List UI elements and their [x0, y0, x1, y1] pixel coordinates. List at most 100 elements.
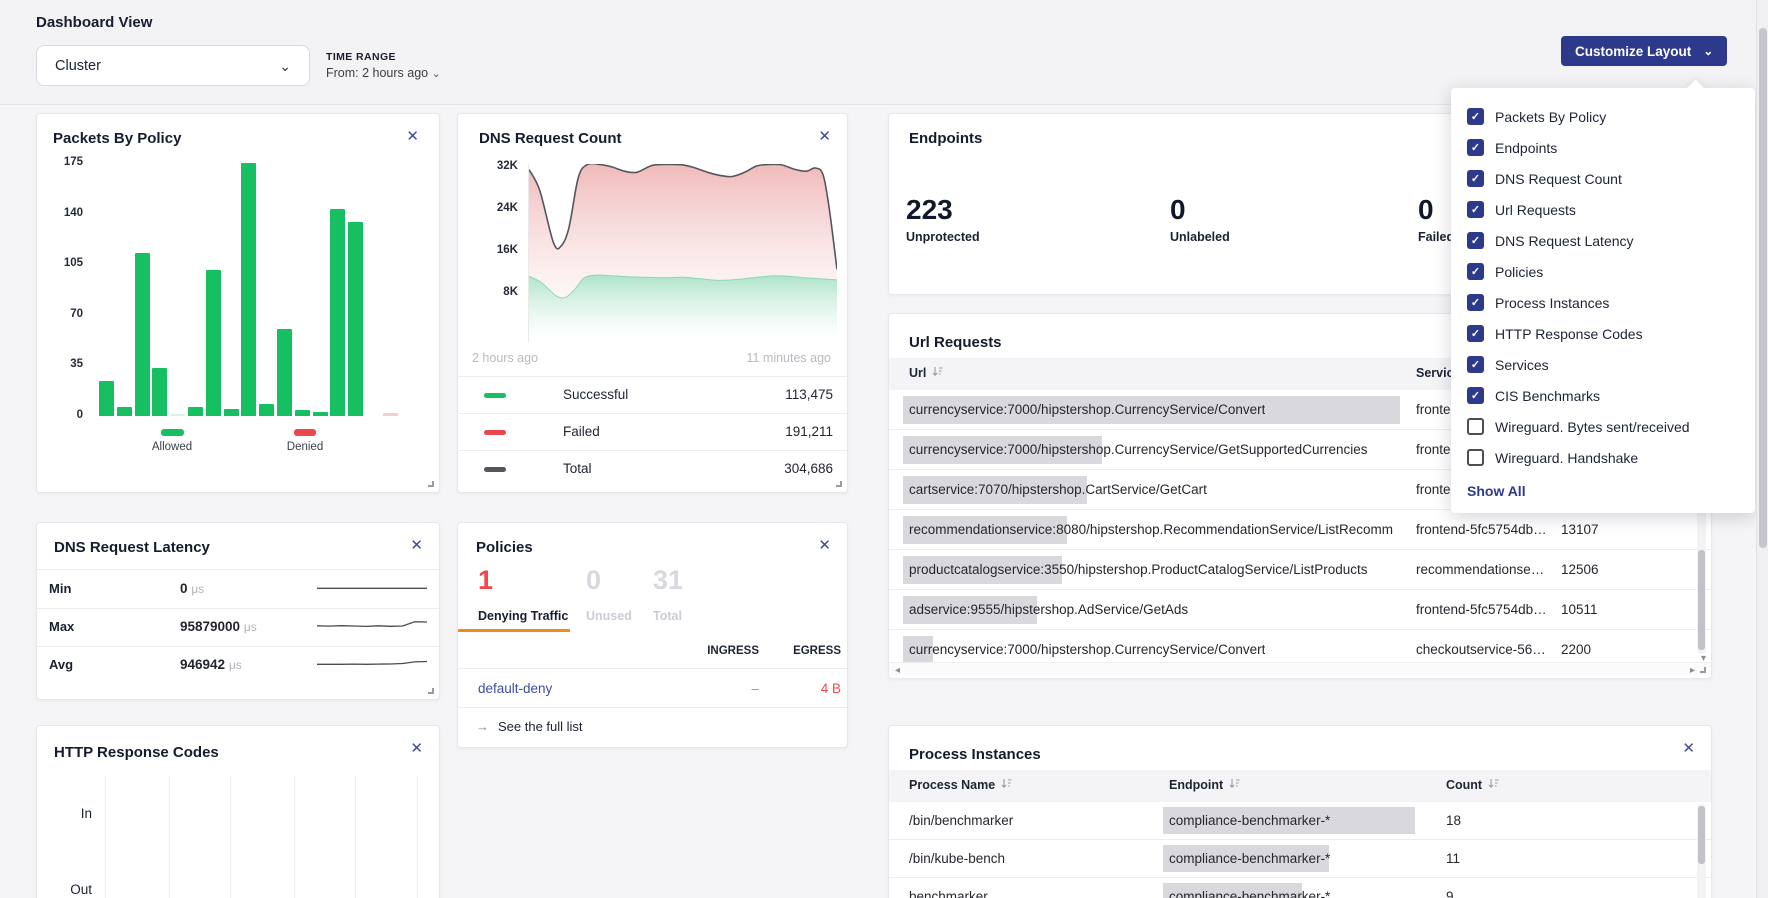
checkbox-checked-icon[interactable]: ✓ [1467, 356, 1484, 373]
dns-legend-row: Successful113,475 [458, 376, 847, 413]
count-column-header[interactable]: Count [1446, 778, 1499, 792]
allowed-bar [170, 414, 185, 416]
legend-swatch [484, 430, 506, 435]
url-cell: currencyservice:7000/hipstershop.Currenc… [909, 642, 1265, 657]
customize-menu-item[interactable]: ✓Packets By Policy [1451, 101, 1755, 132]
gridline [105, 776, 106, 898]
dns-request-count-card: DNS Request Count ✕ 8K16K24K32K2 hours a… [457, 113, 848, 493]
customize-menu-item[interactable]: ✓Endpoints [1451, 132, 1755, 163]
service-cell: fronte [1416, 402, 1451, 417]
card-title: Packets By Policy [53, 130, 181, 147]
checkbox-checked-icon[interactable]: ✓ [1467, 108, 1484, 125]
y-axis-tick-label: 32K [476, 160, 518, 172]
service-cell: fronte [1416, 482, 1451, 497]
url-cell: productcatalogservice:3550/hipstershop.P… [909, 562, 1368, 577]
endpoint-column-header[interactable]: Endpoint [1169, 778, 1240, 792]
legend-value: 191,211 [785, 424, 833, 439]
y-axis-tick-label: 0 [45, 409, 83, 421]
close-icon[interactable]: ✕ [410, 739, 423, 757]
customize-layout-button[interactable]: Customize Layout ⌄ [1561, 36, 1727, 66]
policy-link-default-deny[interactable]: default-deny [478, 681, 552, 696]
scroll-left-icon[interactable]: ◂ [895, 665, 900, 676]
close-icon[interactable]: ✕ [406, 127, 419, 145]
y-axis-tick-label: 140 [45, 207, 83, 219]
page-scrollbar[interactable] [1756, 0, 1768, 898]
dns-legend-row: Failed191,211 [458, 413, 847, 450]
resize-handle[interactable] [428, 481, 434, 487]
checkbox-checked-icon[interactable]: ✓ [1467, 387, 1484, 404]
menu-item-label: Process Instances [1495, 295, 1609, 311]
menu-item-label: CIS Benchmarks [1495, 388, 1600, 404]
process-instance-row[interactable]: /bin/benchmarkercompliance-benchmarker-*… [889, 802, 1711, 840]
checkbox-checked-icon[interactable]: ✓ [1467, 263, 1484, 280]
legend-swatch [484, 393, 506, 398]
close-icon[interactable]: ✕ [1682, 739, 1695, 757]
customize-menu-item[interactable]: ✓Url Requests [1451, 194, 1755, 225]
checkbox-unchecked-icon[interactable] [1467, 418, 1484, 435]
allowed-bar [99, 381, 114, 416]
customize-menu-item[interactable]: ✓ DNS Request Count [1451, 163, 1755, 194]
checkbox-checked-icon[interactable]: ✓ [1467, 170, 1484, 187]
latency-unit: μs [244, 620, 257, 634]
process-instance-row[interactable]: /bin/kube-benchcompliance-benchmarker-*1… [889, 840, 1711, 878]
see-full-list-link[interactable]: → See the full list [476, 719, 583, 734]
close-icon[interactable]: ✕ [410, 536, 423, 554]
process-instance-row[interactable]: benchmarkercompliance-benchmarker-*9 [889, 878, 1711, 898]
url-cell: recommendationservice:8080/hipstershop.R… [909, 522, 1393, 537]
checkbox-unchecked-icon[interactable] [1467, 449, 1484, 466]
view-selector-dropdown[interactable]: Cluster ⌄ [36, 45, 310, 86]
process-name-column-header[interactable]: Process Name [909, 778, 1012, 792]
customize-menu-item[interactable]: ✓ Process Instances [1451, 287, 1755, 318]
latency-row-value: 946942 μs [180, 657, 242, 672]
tab-unused[interactable]: Unused [586, 609, 632, 623]
customize-menu-item[interactable]: Wireguard. Handshake [1451, 442, 1755, 473]
y-axis-tick-label: 24K [476, 202, 518, 214]
resize-handle[interactable] [428, 688, 434, 694]
url-request-row[interactable]: productcatalogservice:3550/hipstershop.P… [889, 550, 1711, 590]
show-all-link[interactable]: Show All [1467, 483, 1739, 499]
legend-value: 113,475 [785, 387, 833, 402]
checkbox-checked-icon[interactable]: ✓ [1467, 232, 1484, 249]
chevron-down-icon: ⌄ [279, 61, 291, 71]
checkbox-checked-icon[interactable]: ✓ [1467, 294, 1484, 311]
allowed-bar [241, 163, 256, 416]
service-cell: fronte [1416, 442, 1451, 457]
tab-total-value: 31 [653, 565, 683, 596]
url-request-row[interactable]: recommendationservice:8080/hipstershop.R… [889, 510, 1711, 550]
horizontal-scrollbar[interactable]: ◂ ▸ [889, 662, 1711, 675]
resize-handle[interactable] [1700, 667, 1706, 673]
tab-denying-traffic[interactable]: Denying Traffic [478, 609, 568, 623]
divider [37, 608, 439, 609]
customize-menu-item[interactable]: Wireguard. Bytes sent/received [1451, 411, 1755, 442]
legend-swatch [484, 467, 506, 472]
url-request-row[interactable]: adservice:9555/hipstershop.AdService/Get… [889, 590, 1711, 630]
close-icon[interactable]: ✕ [818, 127, 831, 145]
scroll-right-icon[interactable]: ▸ [1690, 665, 1695, 676]
allowed-bar [277, 329, 292, 416]
customize-menu-item[interactable]: ✓HTTP Response Codes [1451, 318, 1755, 349]
page-title: Dashboard View [36, 14, 152, 31]
count-cell: 2200 [1561, 642, 1591, 657]
customize-menu-item[interactable]: ✓ CIS Benchmarks [1451, 380, 1755, 411]
tab-total[interactable]: Total [653, 609, 682, 623]
divider [37, 646, 439, 647]
sort-icon [1488, 778, 1499, 792]
count-cell: 9 [1446, 889, 1454, 898]
checkbox-checked-icon[interactable]: ✓ [1467, 325, 1484, 342]
vertical-scrollbar[interactable] [1697, 804, 1706, 898]
close-icon[interactable]: ✕ [818, 536, 831, 554]
menu-item-label: DNS Request Count [1495, 171, 1622, 187]
service-cell: frontend-5fc5754db… [1416, 602, 1547, 617]
url-cell: currencyservice:7000/hipstershop.Currenc… [909, 442, 1367, 457]
checkbox-checked-icon[interactable]: ✓ [1467, 139, 1484, 156]
sort-icon [1001, 778, 1012, 792]
customize-menu-item[interactable]: ✓DNS Request Latency [1451, 225, 1755, 256]
resize-handle[interactable] [836, 481, 842, 487]
page-scrollbar-thumb[interactable] [1759, 28, 1767, 548]
customize-menu-item[interactable]: ✓Services [1451, 349, 1755, 380]
y-axis-tick-label: 70 [45, 308, 83, 320]
time-range-value[interactable]: From: 2 hours ago ⌄ [326, 66, 441, 80]
url-column-header[interactable]: Url [909, 366, 943, 380]
customize-menu-item[interactable]: ✓Policies [1451, 256, 1755, 287]
checkbox-checked-icon[interactable]: ✓ [1467, 201, 1484, 218]
